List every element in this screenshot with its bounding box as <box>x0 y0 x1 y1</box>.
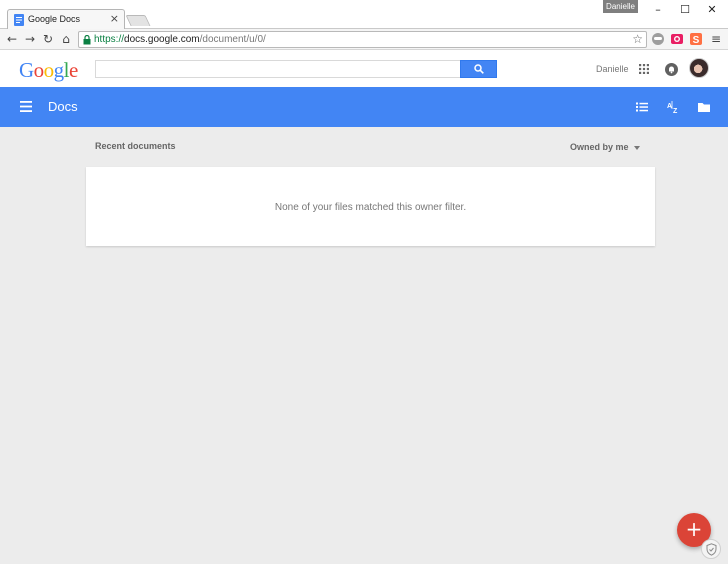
search-icon <box>474 64 484 74</box>
folder-icon[interactable] <box>697 100 711 114</box>
svg-text:A: A <box>667 103 672 110</box>
list-view-icon[interactable] <box>635 100 649 114</box>
bookmark-star-icon[interactable]: ☆ <box>632 32 643 46</box>
minimize-button[interactable]: – <box>646 2 670 18</box>
logo-letter-2: o <box>33 58 45 82</box>
extension-camera-icon[interactable] <box>670 32 684 46</box>
documents-list-card: None of your files matched this owner fi… <box>86 167 655 246</box>
extension-ghost-icon[interactable] <box>651 32 665 46</box>
logo-letter-6: e <box>69 58 78 82</box>
profile-badge[interactable]: Danielle <box>603 0 638 13</box>
window-titlebar: Google Docs × Danielle – ☐ ✕ <box>0 0 728 29</box>
logo-letter-1: G <box>19 58 34 82</box>
google-header: Google Danielle <box>0 50 728 87</box>
apps-grid-icon[interactable] <box>639 64 649 74</box>
docs-favicon-icon <box>14 14 24 26</box>
maximize-button[interactable]: ☐ <box>673 2 697 18</box>
search-input[interactable] <box>95 60 461 78</box>
address-bar[interactable]: https://docs.google.com/document/u/0/ ☆ <box>78 31 647 48</box>
tab-close-button[interactable]: × <box>110 12 119 25</box>
lock-icon <box>83 35 91 45</box>
svg-text:S: S <box>693 35 700 46</box>
owner-filter-dropdown[interactable]: Owned by me <box>570 142 640 152</box>
logo-letter-4: g <box>53 58 65 82</box>
app-title: Docs <box>48 99 78 114</box>
notifications-bell-icon[interactable] <box>665 63 678 76</box>
hamburger-menu-icon[interactable] <box>20 101 32 112</box>
browser-tab[interactable]: Google Docs × <box>7 9 125 29</box>
google-logo[interactable]: Google <box>19 58 78 83</box>
search-button[interactable] <box>460 60 497 78</box>
empty-state-message: None of your files matched this owner fi… <box>274 202 467 213</box>
new-tab-button[interactable] <box>125 15 151 26</box>
docs-app-bar: Docs A Z <box>0 87 728 127</box>
extension-s-icon[interactable]: S <box>689 32 703 46</box>
sort-az-icon[interactable]: A Z <box>666 100 680 114</box>
forward-button[interactable]: → <box>22 31 38 47</box>
back-button[interactable]: ← <box>4 31 20 47</box>
url-domain: docs.google.com <box>124 34 200 45</box>
url-path: /document/u/0/ <box>199 34 266 45</box>
browser-toolbar: ← → ↻ ⌂ https://docs.google.com/document… <box>0 29 728 50</box>
close-window-button[interactable]: ✕ <box>700 2 724 18</box>
chevron-down-icon <box>633 145 640 150</box>
avatar[interactable] <box>689 58 709 78</box>
home-button[interactable]: ⌂ <box>58 31 74 47</box>
reload-button[interactable]: ↻ <box>40 31 56 47</box>
url-text: https://docs.google.com/document/u/0/ <box>94 34 266 45</box>
url-scheme: https:// <box>94 34 125 45</box>
browser-menu-button[interactable]: ≡ <box>708 31 724 47</box>
owner-filter-label: Owned by me <box>570 142 629 152</box>
tab-title: Google Docs <box>28 14 81 24</box>
user-name[interactable]: Danielle <box>596 64 629 74</box>
svg-text:Z: Z <box>673 108 678 114</box>
logo-letter-3: o <box>43 58 55 82</box>
section-label-recent: Recent documents <box>95 141 176 151</box>
shield-icon[interactable] <box>701 539 721 559</box>
shield-glyph-icon <box>706 543 717 556</box>
